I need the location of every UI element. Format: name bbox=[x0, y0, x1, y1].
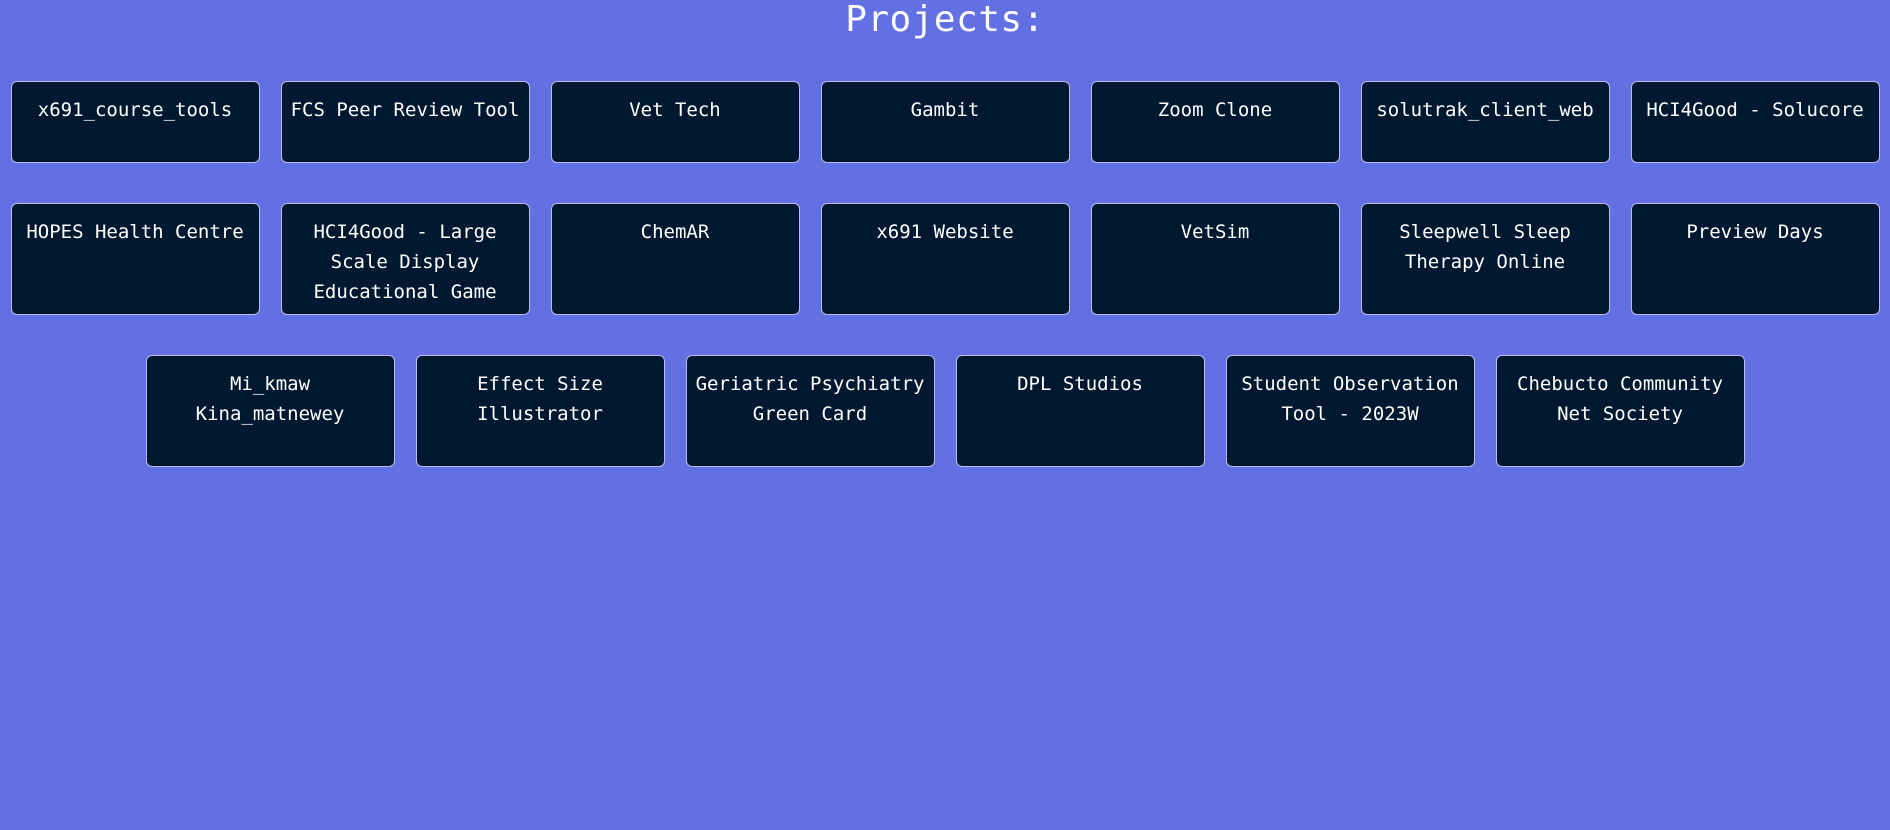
project-card-x691-website[interactable]: x691 Website bbox=[820, 203, 1070, 315]
project-card-x691-course-tools[interactable]: x691_course_tools bbox=[10, 81, 260, 163]
project-card-chemar[interactable]: ChemAR bbox=[550, 203, 800, 315]
project-card-geriatric-psychiatry-green-card[interactable]: Geriatric Psychiatry Green Card bbox=[685, 355, 935, 467]
project-card-gambit[interactable]: Gambit bbox=[820, 81, 1070, 163]
project-card-chebucto-community-net-society[interactable]: Chebucto Community Net Society bbox=[1495, 355, 1745, 467]
project-card-mikmaw-kinamatnewey[interactable]: Mi_kmaw Kina_matnewey bbox=[145, 355, 395, 467]
project-card-effect-size-illustrator[interactable]: Effect Size Illustrator bbox=[415, 355, 665, 467]
projects-page: Projects: x691_course_tools FCS Peer Rev… bbox=[0, 0, 1890, 830]
project-card-hci4good-large-scale-display[interactable]: HCI4Good - Large Scale Display Education… bbox=[280, 203, 530, 315]
project-row-2: HOPES Health Centre HCI4Good - Large Sca… bbox=[0, 203, 1890, 315]
project-card-student-observation-tool[interactable]: Student Observation Tool - 2023W bbox=[1225, 355, 1475, 467]
project-card-zoom-clone[interactable]: Zoom Clone bbox=[1090, 81, 1340, 163]
project-row-3: Mi_kmaw Kina_matnewey Effect Size Illust… bbox=[0, 355, 1890, 467]
project-card-dpl-studios[interactable]: DPL Studios bbox=[955, 355, 1205, 467]
project-card-vetsim[interactable]: VetSim bbox=[1090, 203, 1340, 315]
project-card-fcs-peer-review-tool[interactable]: FCS Peer Review Tool bbox=[280, 81, 530, 163]
project-card-hopes-health-centre[interactable]: HOPES Health Centre bbox=[10, 203, 260, 315]
project-card-hci4good-solucore[interactable]: HCI4Good - Solucore bbox=[1630, 81, 1880, 163]
project-card-solutrak-client-web[interactable]: solutrak_client_web bbox=[1360, 81, 1610, 163]
project-card-preview-days[interactable]: Preview Days bbox=[1630, 203, 1880, 315]
page-title: Projects: bbox=[845, 0, 1045, 40]
project-card-sleepwell-sleep-therapy-online[interactable]: Sleepwell Sleep Therapy Online bbox=[1360, 203, 1610, 315]
project-card-vet-tech[interactable]: Vet Tech bbox=[550, 81, 800, 163]
project-row-1: x691_course_tools FCS Peer Review Tool V… bbox=[0, 81, 1890, 163]
